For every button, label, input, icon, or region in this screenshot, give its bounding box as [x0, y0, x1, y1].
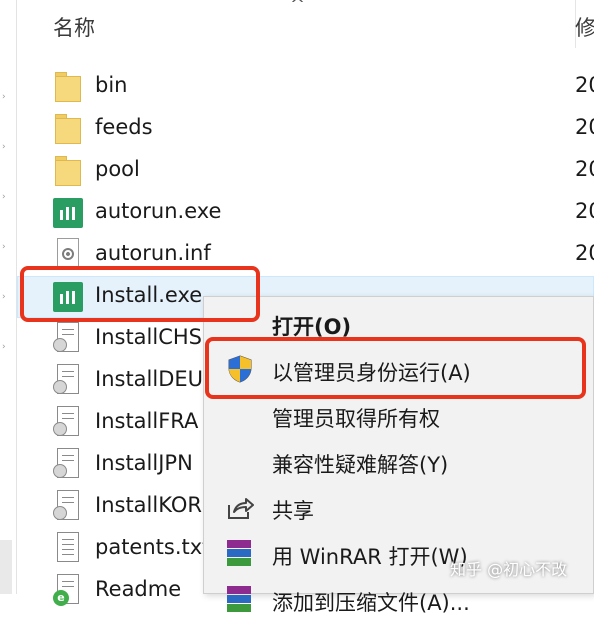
expand-arrow-icon[interactable]: ›	[2, 343, 6, 352]
expand-arrow-icon[interactable]: ›	[2, 143, 6, 152]
file-name: bin	[95, 73, 128, 97]
file-row-feeds[interactable]: feeds 20	[17, 108, 594, 150]
file-name: patents.txt	[95, 535, 211, 559]
navigation-pane-selected-bg	[0, 540, 12, 594]
folder-icon	[53, 70, 83, 104]
expand-arrow-icon[interactable]: ›	[2, 193, 6, 202]
file-date: 20	[575, 157, 594, 181]
column-header-modified[interactable]: 修	[575, 12, 594, 42]
config-file-icon	[53, 490, 83, 524]
file-name: InstallFRA	[95, 409, 199, 433]
expand-arrow-icon[interactable]: ›	[2, 93, 6, 102]
menu-item-label: 管理员取得所有权	[272, 407, 440, 431]
config-file-icon	[53, 364, 83, 398]
config-file-icon	[53, 448, 83, 482]
config-file-icon	[53, 406, 83, 440]
menu-item-label: 兼容性疑难解答(Y)	[272, 453, 449, 477]
config-file-icon	[53, 322, 83, 356]
file-row-bin[interactable]: bin 20	[17, 66, 594, 108]
file-row-autorun-exe[interactable]: autorun.exe 20	[17, 192, 594, 234]
watermark: 知乎 @初心不改	[450, 560, 568, 579]
winrar-icon	[224, 584, 254, 614]
file-name: InstallDEU	[95, 367, 204, 391]
file-date: 20	[575, 115, 594, 139]
text-file-icon	[53, 532, 83, 566]
file-date: 20	[575, 199, 594, 223]
highlight-run-as-admin	[205, 337, 586, 399]
column-header: ^ 名称 修	[17, 0, 594, 48]
file-name: InstallCHS	[95, 325, 202, 349]
menu-item-add-to-archive[interactable]: 添加到压缩文件(A)...	[204, 576, 594, 622]
menu-item-compatibility[interactable]: 兼容性疑难解答(Y)	[204, 438, 594, 484]
sort-ascending-icon: ^	[290, 0, 306, 15]
file-name: InstallJPN	[95, 451, 193, 475]
file-row-pool[interactable]: pool 20	[17, 150, 594, 192]
navigation-pane-edge: › › › › › ›	[0, 0, 16, 594]
menu-item-label: 共享	[272, 499, 314, 523]
app-icon	[53, 196, 83, 230]
folder-icon	[53, 112, 83, 146]
file-name: Readme	[95, 577, 182, 601]
share-icon	[224, 492, 254, 522]
menu-item-label: 添加到压缩文件(A)...	[272, 591, 470, 615]
expand-arrow-icon[interactable]: ›	[2, 243, 6, 252]
readme-file-icon: e	[53, 574, 83, 608]
file-name: pool	[95, 157, 140, 181]
file-name: feeds	[95, 115, 153, 139]
file-name: InstallKOR	[95, 493, 202, 517]
folder-icon	[53, 154, 83, 188]
column-header-name[interactable]: 名称	[53, 12, 95, 42]
file-date: 20	[575, 73, 594, 97]
menu-item-label: 用 WinRAR 打开(W)	[272, 545, 468, 569]
highlight-install-exe	[20, 266, 260, 322]
menu-item-share[interactable]: 共享	[204, 484, 594, 530]
file-name: autorun.exe	[95, 199, 222, 223]
file-name: autorun.inf	[95, 241, 211, 265]
expand-arrow-icon[interactable]: ›	[2, 293, 6, 302]
file-date: 20	[575, 241, 594, 265]
winrar-icon	[224, 538, 254, 568]
